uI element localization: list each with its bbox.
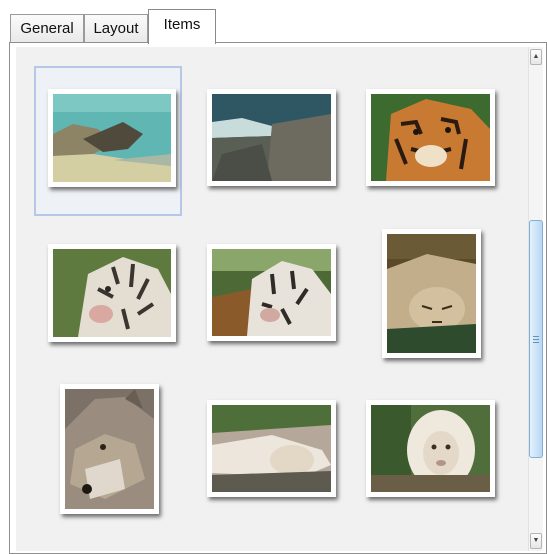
thumbnail-item[interactable] — [207, 89, 336, 186]
tab-layout[interactable]: Layout — [84, 14, 148, 42]
tab-items[interactable]: Items — [148, 9, 216, 44]
thumbnail-image-lioness — [387, 234, 476, 353]
thumbnail-image-white-tiger — [53, 249, 171, 337]
thumbnail-item[interactable] — [366, 89, 495, 186]
tab-general[interactable]: General — [10, 14, 84, 42]
thumbnail-item[interactable] — [207, 400, 336, 497]
items-panel: ▲ ▼ — [9, 42, 547, 554]
thumbnail-item[interactable] — [48, 89, 176, 187]
thumbnail-item[interactable] — [60, 384, 159, 514]
thumbnail-item[interactable] — [207, 244, 336, 341]
scrollbar-thumb[interactable] — [529, 220, 543, 458]
thumbnail-image-tiger — [371, 94, 490, 181]
thumbnail-image-rocky-shore — [212, 94, 331, 181]
arrow-up-icon[interactable]: ▲ — [530, 49, 542, 65]
tab-strip: General Layout Items — [0, 0, 547, 44]
thumbnail-item[interactable] — [366, 400, 495, 497]
arrow-down-icon[interactable]: ▼ — [530, 533, 542, 549]
thumbnail-image-white-lion-standing — [371, 405, 490, 492]
thumbnail-item[interactable] — [382, 229, 481, 358]
thumbnail-item[interactable] — [48, 244, 176, 342]
thumbnail-grid[interactable] — [16, 47, 528, 551]
thumbnail-image-white-tiger-resting — [212, 249, 331, 336]
thumbnail-image-coastline — [53, 94, 171, 182]
vertical-scrollbar[interactable]: ▲ ▼ — [528, 47, 543, 551]
thumbnail-image-wolf — [65, 389, 154, 509]
thumbnail-image-white-lion-lying — [212, 405, 331, 492]
